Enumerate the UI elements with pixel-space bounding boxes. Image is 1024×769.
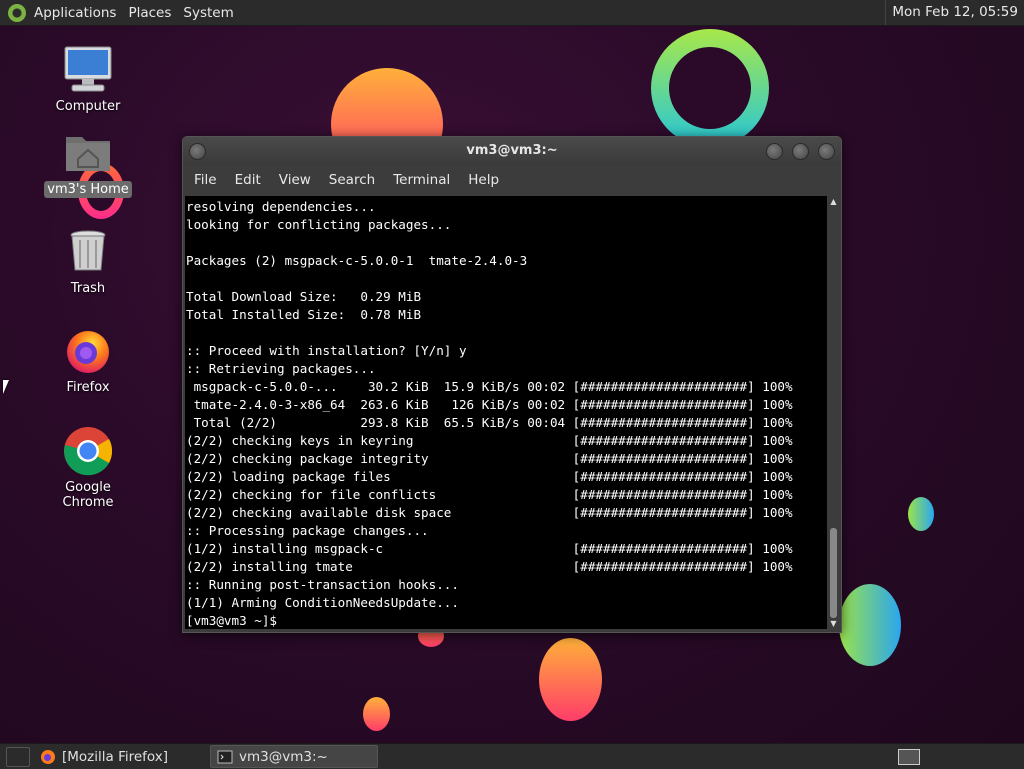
bottom-panel: [Mozilla Firefox] vm3@vm3:~ (0, 743, 1024, 769)
terminal-output-area[interactable]: resolving dependencies... looking for co… (185, 196, 827, 629)
top-panel: Applications Places System Mon Feb 12, 0… (0, 0, 1024, 26)
taskbar-item-label: vm3@vm3:~ (239, 748, 328, 765)
distro-logo-icon[interactable] (8, 3, 26, 22)
show-desktop-icon[interactable] (6, 746, 30, 767)
firefox-icon (41, 749, 55, 764)
window-title: vm3@vm3:~ (466, 143, 558, 158)
chrome-icon (62, 425, 114, 477)
scroll-up-icon[interactable]: ▲ (828, 196, 839, 207)
wallpaper-blue-green-oval (839, 584, 901, 666)
taskbar-item-label: [Mozilla Firefox] (62, 748, 169, 765)
wallpaper-green-ring (651, 29, 769, 147)
menu-edit[interactable]: Edit (226, 172, 270, 188)
home-folder-icon (62, 127, 114, 179)
menu-places[interactable]: Places (124, 5, 179, 21)
menu-applications[interactable]: Applications (30, 5, 124, 21)
menu-help[interactable]: Help (459, 172, 508, 188)
taskbar-item-terminal[interactable]: vm3@vm3:~ (210, 745, 379, 768)
desktop-icon-firefox[interactable]: Firefox (38, 325, 138, 396)
scrollbar-thumb[interactable] (830, 528, 837, 618)
desktop-icon-home[interactable]: vm3's Home (38, 127, 138, 198)
desktop-icon-label: Firefox (66, 380, 110, 395)
scroll-down-icon[interactable]: ▼ (828, 618, 839, 629)
desktop-icon-label: Trash (70, 281, 106, 296)
mouse-pointer-icon (3, 380, 9, 394)
minimize-button[interactable] (766, 143, 783, 160)
desktop-icon-trash[interactable]: Trash (38, 226, 138, 297)
close-button[interactable] (818, 143, 835, 160)
wallpaper-orange-oval (539, 638, 602, 721)
terminal-window[interactable]: vm3@vm3:~ File Edit View Search Terminal… (182, 136, 842, 633)
desktop-icon-label: Google Chrome (62, 480, 114, 510)
window-menu-button[interactable] (189, 143, 206, 160)
menu-view[interactable]: View (270, 172, 320, 188)
wallpaper-small-oval (908, 497, 934, 531)
desktop-icon-chrome[interactable]: Google Chrome (38, 425, 138, 511)
terminal-scrollbar[interactable]: ▲ ▼ (828, 196, 839, 629)
taskbar-item-firefox[interactable]: [Mozilla Firefox] (34, 746, 174, 767)
workspace-switcher[interactable] (898, 749, 920, 765)
desktop-icon-computer[interactable]: Computer (38, 44, 138, 115)
terminal-icon (217, 750, 233, 763)
terminal-menubar: File Edit View Search Terminal Help (183, 165, 841, 195)
maximize-button[interactable] (792, 143, 809, 160)
wallpaper-orange-dot (363, 697, 390, 731)
trash-icon (62, 226, 114, 278)
menu-terminal[interactable]: Terminal (384, 172, 459, 188)
terminal-output[interactable]: resolving dependencies... looking for co… (185, 196, 827, 629)
menu-system[interactable]: System (179, 5, 241, 21)
menu-file[interactable]: File (185, 172, 226, 188)
desktop-icon-label: vm3's Home (44, 181, 132, 198)
desktop-icon-label: Computer (55, 99, 121, 114)
clock[interactable]: Mon Feb 12, 05:59 (885, 0, 1024, 25)
firefox-icon (62, 325, 114, 377)
menu-search[interactable]: Search (320, 172, 384, 188)
terminal-titlebar[interactable]: vm3@vm3:~ (183, 137, 841, 165)
computer-icon (62, 44, 114, 96)
